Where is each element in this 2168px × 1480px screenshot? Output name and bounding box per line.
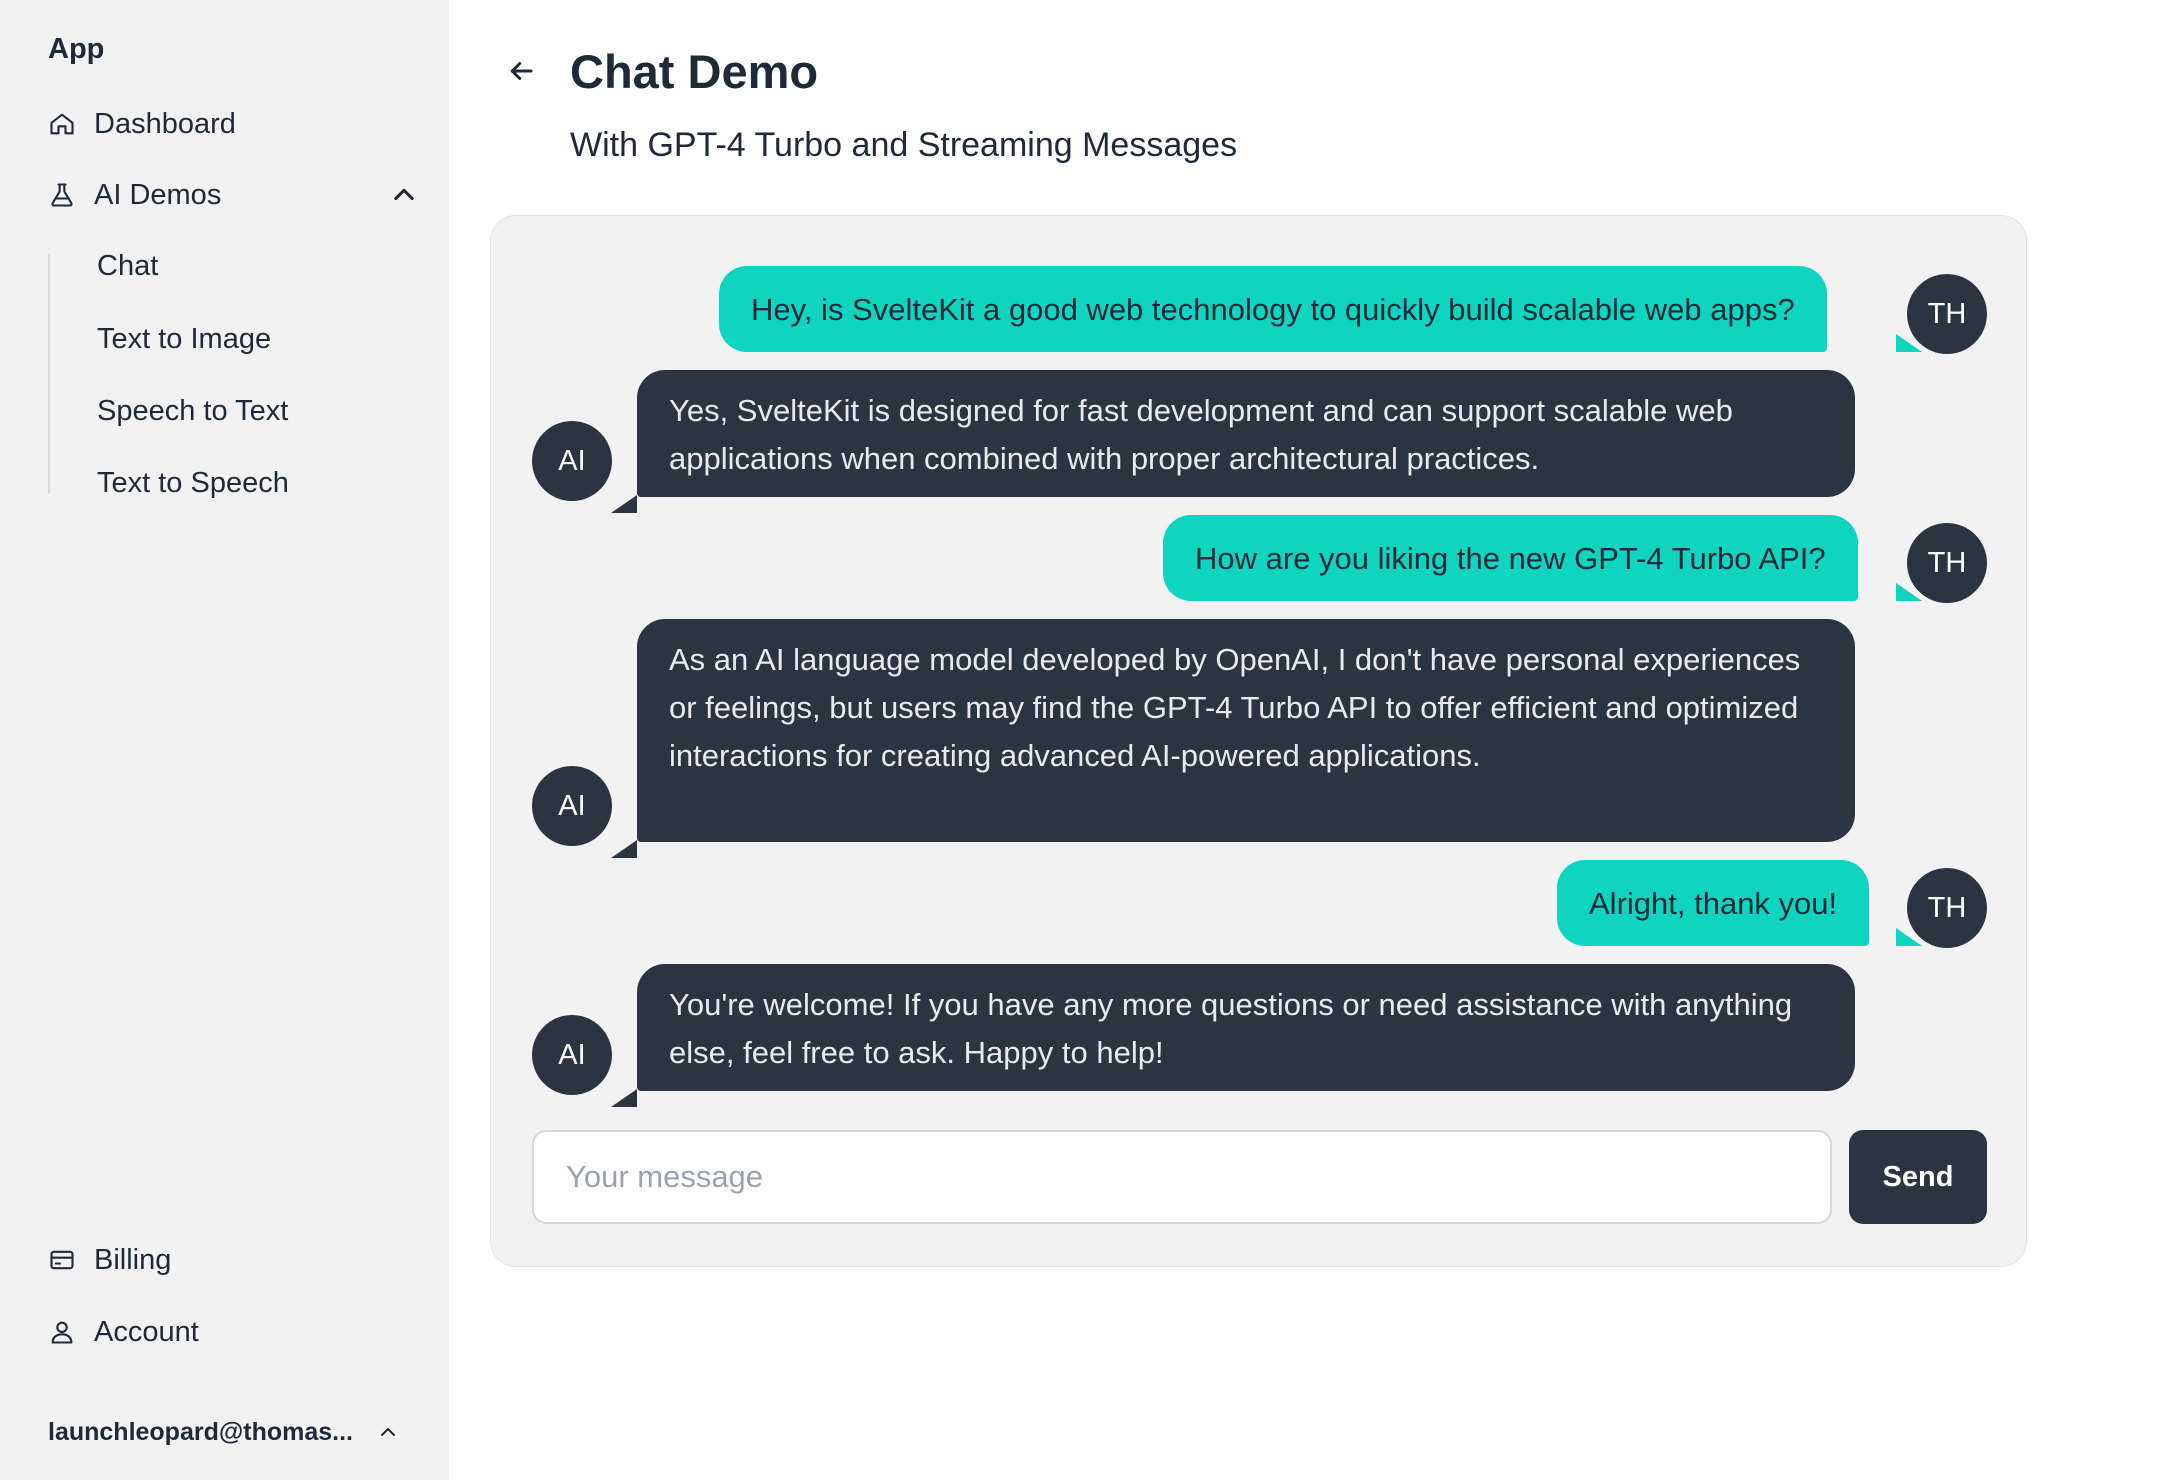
message-input[interactable] [532, 1130, 1832, 1224]
sidebar-subitem-text-to-image[interactable]: Text to Image [97, 323, 271, 356]
chat-panel: Hey, is SvelteKit a good web technology … [490, 215, 2027, 1267]
user-message-bubble: Hey, is SvelteKit a good web technology … [719, 266, 1827, 352]
sidebar-item-label: AI Demos [94, 178, 222, 211]
submenu-divider [48, 254, 50, 494]
ai-message-bubble: You're welcome! If you have any more que… [637, 964, 1855, 1091]
user-message-bubble: Alright, thank you! [1557, 860, 1870, 946]
home-icon [48, 110, 76, 138]
page-title: Chat Demo [570, 45, 819, 98]
user-message-bubble: How are you liking the new GPT-4 Turbo A… [1163, 515, 1858, 601]
sidebar: App Dashboard AI Demos Chat Text to Imag… [0, 0, 449, 1480]
chevron-up-icon[interactable] [390, 181, 418, 209]
user-email: launchleopard@thomas... [48, 1417, 353, 1446]
sidebar-item-account[interactable]: Account [48, 1306, 418, 1358]
flask-icon [48, 181, 76, 209]
user-avatar: TH [1907, 274, 1987, 354]
sidebar-item-label: Account [94, 1315, 199, 1348]
page-subtitle: With GPT-4 Turbo and Streaming Messages [570, 126, 1238, 164]
ai-avatar: AI [532, 1015, 612, 1095]
sidebar-item-billing[interactable]: Billing [48, 1234, 418, 1286]
sidebar-item-label: Billing [94, 1243, 172, 1276]
sidebar-item-ai-demos[interactable]: AI Demos [48, 169, 418, 221]
chevron-up-icon [381, 1428, 395, 1436]
send-button[interactable]: Send [1849, 1130, 1987, 1224]
ai-message-bubble: Yes, SvelteKit is designed for fast deve… [637, 370, 1855, 497]
ai-avatar: AI [532, 766, 612, 846]
back-arrow-icon[interactable] [506, 56, 536, 86]
app-title: App [48, 33, 105, 65]
ai-avatar: AI [532, 421, 612, 501]
user-menu[interactable]: launchleopard@thomas... [48, 1414, 400, 1450]
bubble-tail [611, 840, 637, 858]
user-icon [48, 1318, 76, 1346]
ai-message-bubble: As an AI language model developed by Ope… [637, 619, 1855, 842]
app-layout: App Dashboard AI Demos Chat Text to Imag… [0, 0, 2168, 1480]
sidebar-item-label: Dashboard [94, 107, 236, 140]
user-avatar: TH [1907, 868, 1987, 948]
bubble-tail [611, 1089, 637, 1107]
sidebar-subitem-chat[interactable]: Chat [97, 250, 158, 283]
user-avatar: TH [1907, 523, 1987, 603]
sidebar-item-dashboard[interactable]: Dashboard [48, 98, 418, 150]
bubble-tail [611, 495, 637, 513]
sidebar-subitem-text-to-speech[interactable]: Text to Speech [97, 467, 289, 500]
credit-card-icon [48, 1246, 76, 1274]
sidebar-subitem-speech-to-text[interactable]: Speech to Text [97, 395, 288, 428]
